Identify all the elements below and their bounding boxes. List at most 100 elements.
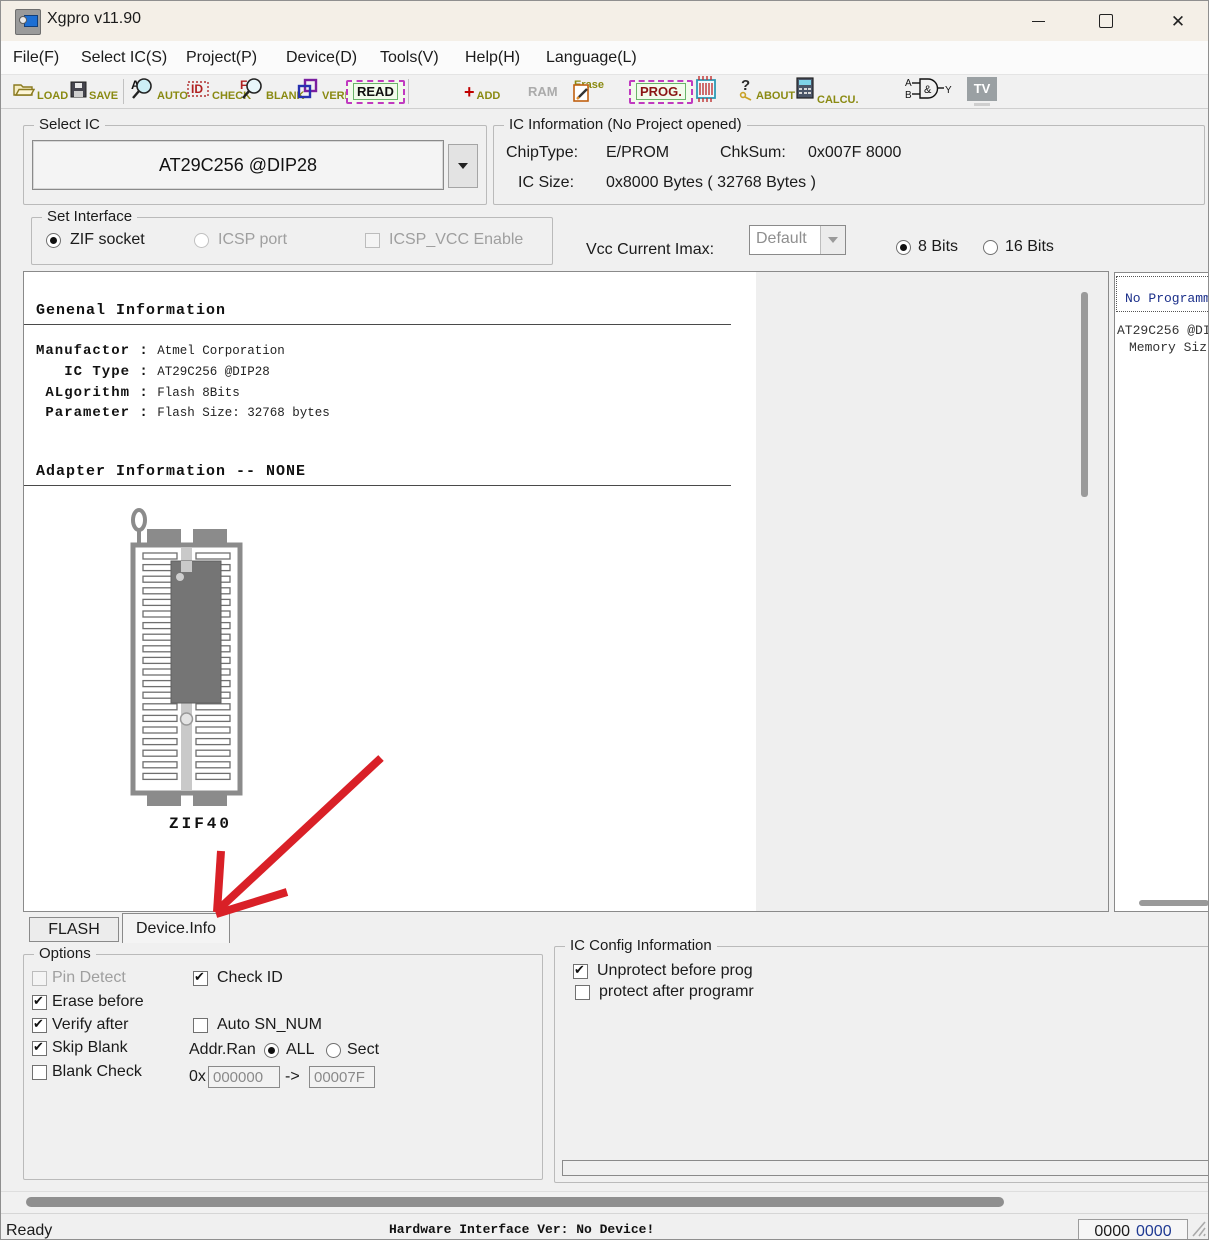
erase-before-checkbox[interactable] — [32, 995, 47, 1010]
chip-test-button[interactable] — [691, 75, 721, 108]
save-button[interactable]: SAVE — [70, 75, 118, 108]
vcc-imax-dropdown[interactable]: Default — [749, 225, 846, 255]
range-to-input[interactable] — [309, 1066, 375, 1088]
range-arrow-label: -> — [285, 1068, 300, 1086]
counter-a: 0000 — [1094, 1223, 1130, 1240]
info-row-parameter: Parameter : Flash Size: 32768 bytes — [36, 405, 330, 421]
logic-test-button[interactable]: A B & Y — [904, 75, 952, 108]
erase-before-label: Erase before — [52, 993, 144, 1011]
blank-check-checkbox[interactable] — [32, 1065, 47, 1080]
icsp-vcc-checkbox[interactable] — [365, 233, 380, 248]
ram-button[interactable]: RAM — [528, 75, 558, 108]
options-group: Options Pin Detect Erase before Verify a… — [23, 954, 543, 1180]
panel-vscrollbar-thumb[interactable] — [1081, 292, 1088, 497]
bits8-radio[interactable] — [896, 240, 911, 255]
auto-magnifier-icon: A — [131, 77, 155, 106]
menu-project[interactable]: Project(P) — [182, 47, 261, 69]
skip-blank-checkbox[interactable] — [32, 1041, 47, 1056]
ic-info-group-label: IC Information (No Project opened) — [504, 116, 747, 133]
menu-file[interactable]: File(F) — [9, 47, 63, 69]
bits16-radio[interactable] — [983, 240, 998, 255]
auto-label: AUTO — [157, 90, 188, 108]
status-line-2: AT29C256 @DI — [1117, 323, 1209, 338]
check-id-icon: ID — [186, 78, 210, 105]
read-button[interactable]: READ — [346, 75, 405, 108]
tv-button[interactable]: TV — [967, 75, 997, 108]
divider — [24, 324, 731, 325]
list-hscrollbar-thumb[interactable] — [1139, 900, 1209, 906]
toolbar-separator — [123, 79, 124, 104]
blank-glyph: F — [240, 78, 247, 92]
prog-button[interactable]: PROG. — [629, 75, 693, 108]
hex-prefix-label: 0x — [189, 1068, 206, 1086]
ic-config-group-label: IC Config Information — [565, 937, 717, 954]
maximize-icon — [1099, 14, 1113, 28]
addr-sect-radio[interactable] — [326, 1043, 341, 1058]
protect-checkbox[interactable] — [575, 985, 590, 1000]
blank-magnifier-icon: F — [240, 77, 264, 106]
unprotect-label: Unprotect before prog — [597, 962, 753, 980]
close-icon: ✕ — [1171, 13, 1185, 30]
verify-squares-icon — [296, 77, 320, 106]
logic-gate-icon: A B & Y — [904, 75, 952, 108]
zif-socket-radio[interactable] — [46, 233, 61, 248]
window-hscrollbar-thumb[interactable] — [26, 1197, 1004, 1207]
app-icon — [15, 9, 41, 35]
logic-amp-glyph: & — [924, 84, 932, 96]
status-bar: Ready Hardware Interface Ver: No Device!… — [1, 1213, 1208, 1240]
resize-grip-icon[interactable] — [1191, 1220, 1207, 1238]
row-label: Manufactor : — [36, 343, 149, 359]
close-button[interactable]: ✕ — [1155, 1, 1201, 41]
logic-b-glyph: B — [905, 90, 912, 101]
range-from-input[interactable] — [208, 1066, 280, 1088]
chksum-label: ChkSum: — [720, 144, 786, 162]
select-ic-group: Select IC AT29C256 @DIP28 — [23, 125, 487, 205]
verify-after-checkbox[interactable] — [32, 1018, 47, 1033]
about-button[interactable]: ? ABOUT — [738, 75, 795, 108]
status-line-1: No Programm — [1125, 291, 1209, 306]
icsp-port-radio[interactable] — [194, 233, 209, 248]
hardware-status: Hardware Interface Ver: No Device! — [389, 1222, 654, 1237]
select-ic-dropdown-button[interactable] — [448, 144, 478, 188]
menu-device[interactable]: Device(D) — [282, 47, 361, 69]
erase-button[interactable]: Erase — [574, 75, 592, 108]
prog-label: PROG. — [636, 83, 686, 100]
blank-button[interactable]: F BLANK — [240, 75, 305, 108]
device-info-panel: Genenal Information Manufactor : Atmel C… — [23, 271, 1109, 912]
tab-device-info[interactable]: Device.Info — [122, 913, 230, 943]
check-glyph: ID — [191, 82, 203, 96]
about-label: ABOUT — [756, 90, 795, 108]
general-info-heading: Genenal Information — [36, 302, 226, 319]
addr-all-radio[interactable] — [264, 1043, 279, 1058]
set-interface-group-label: Set Interface — [42, 208, 137, 225]
menu-language[interactable]: Language(L) — [542, 47, 641, 69]
menu-select-ic[interactable]: Select IC(S) — [77, 47, 171, 69]
calcu-label: CALCU. — [817, 94, 859, 108]
minimize-button[interactable] — [1015, 1, 1061, 41]
menu-help[interactable]: Help(H) — [461, 47, 524, 69]
minimize-icon — [1032, 21, 1045, 22]
check-id-checkbox[interactable] — [193, 971, 208, 986]
load-button[interactable]: LOAD — [13, 75, 68, 108]
list-item[interactable]: No Programm — [1117, 277, 1209, 311]
calcu-button[interactable]: CALCU. — [795, 75, 859, 108]
menu-tools[interactable]: Tools(V) — [376, 47, 443, 69]
ready-status: Ready — [6, 1222, 52, 1240]
ic-config-group: IC Config Information Unprotect before p… — [554, 946, 1209, 1183]
about-glyph: ? — [741, 77, 750, 94]
tab-flash[interactable]: FLASH — [29, 917, 119, 942]
selected-ic-display[interactable]: AT29C256 @DIP28 — [32, 140, 444, 190]
unprotect-checkbox[interactable] — [573, 964, 588, 979]
row-value: Flash 8Bits — [157, 386, 240, 400]
info-row-ic-type: IC Type : AT29C256 @DIP28 — [36, 364, 270, 380]
pin-detect-checkbox[interactable] — [32, 971, 47, 986]
info-row-algorithm: ALgorithm : Flash 8Bits — [36, 385, 240, 401]
auto-button[interactable]: A AUTO — [131, 75, 188, 108]
protect-label: protect after programr — [599, 983, 754, 1001]
zif-socket-label: ZIF socket — [70, 231, 145, 249]
addr-sect-label: Sect — [347, 1041, 379, 1059]
maximize-button[interactable] — [1083, 1, 1129, 41]
auto-sn-checkbox[interactable] — [193, 1018, 208, 1033]
add-button[interactable]: + ADD — [464, 75, 500, 108]
vcc-dropdown-button[interactable] — [820, 226, 845, 254]
